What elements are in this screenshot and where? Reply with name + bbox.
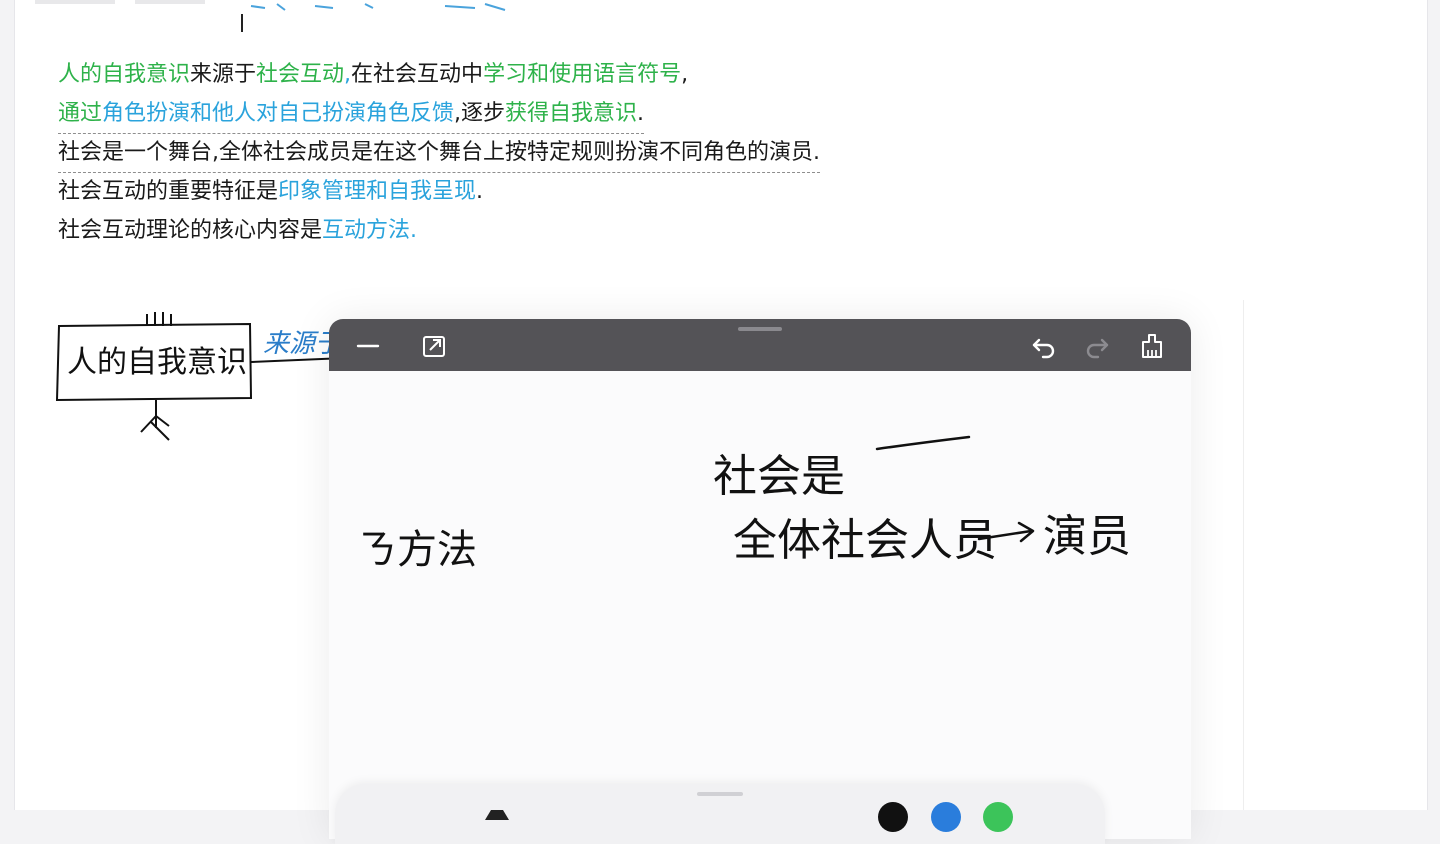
text-fragment: 来源于	[190, 62, 257, 87]
color-green-button[interactable]	[983, 802, 1013, 832]
expand-icon	[423, 336, 445, 357]
note-text-block: 人的自我意识来源于社会互动,在社会互动中学习和使用语言符号, 通过角色扮演和他人…	[58, 56, 1058, 251]
minimize-button[interactable]	[353, 331, 383, 361]
highlight-gain-self-awareness: 获得自我意识	[505, 101, 638, 126]
undo-button[interactable]	[1029, 331, 1059, 361]
handwriting-actors: 演员	[1043, 511, 1131, 562]
redo-button[interactable]	[1082, 331, 1112, 361]
panel-drag-handle[interactable]	[738, 327, 782, 331]
diagram-box-label: 人的自我意识	[67, 345, 247, 380]
top-cutoff-drawing	[35, 0, 506, 32]
highlight-interaction-method: 互动方法.	[322, 218, 418, 243]
undo-icon	[1032, 338, 1055, 359]
note-line-2: 通过角色扮演和他人对自己扮演角色反馈,逐步获得自我意识.	[58, 95, 645, 134]
text-fragment: ,逐步	[454, 101, 506, 126]
pen-tool-icon[interactable]	[485, 798, 509, 820]
text-fragment: .	[476, 179, 484, 204]
text-fragment: ,	[681, 62, 689, 87]
note-line-4: 社会互动的重要特征是印象管理和自我呈现.	[58, 173, 1058, 212]
note-line-5: 社会互动理论的核心内容是互动方法.	[58, 212, 1058, 251]
highlight-role-playing: 角色扮演和他人对自己扮演角色反馈	[102, 101, 455, 126]
color-black-button[interactable]	[878, 802, 908, 832]
minimize-icon	[356, 344, 380, 348]
expand-button[interactable]	[419, 331, 449, 361]
text-fragment: 在社会互动中	[351, 62, 484, 87]
divider	[1243, 300, 1244, 810]
handwriting-canvas[interactable]: ㄋ方法 社会是 全体社会人员 演员	[329, 371, 1191, 839]
handwritten-diagram: 人的自我意识 来源于	[55, 312, 346, 441]
text-fragment: 社会互动理论的核心内容是	[58, 218, 323, 243]
tray-drag-handle[interactable]	[697, 792, 743, 796]
highlight-via: 通过	[58, 101, 103, 126]
handwriting-society-is: 社会是	[713, 451, 845, 502]
handwriting-method: ㄋ方法	[357, 527, 477, 573]
color-blue-button[interactable]	[931, 802, 961, 832]
text-fragment: ,	[344, 62, 352, 87]
redo-icon	[1086, 338, 1109, 359]
note-line-3: 社会是一个舞台,全体社会成员是在这个舞台上按特定规则扮演不同角色的演员.	[58, 134, 820, 173]
clear-button[interactable]	[1137, 331, 1167, 361]
highlight-language-symbols: 学习和使用语言符号	[483, 62, 682, 87]
handwriting-all-members: 全体社会人员	[733, 515, 997, 566]
panel-toolbar	[329, 319, 1191, 371]
tool-tray[interactable]	[335, 784, 1105, 844]
clear-icon	[1142, 334, 1162, 358]
highlight-self-awareness: 人的自我意识	[58, 62, 191, 87]
text-fragment: .	[637, 101, 645, 126]
highlight-social-interaction: 社会互动	[256, 62, 345, 87]
handwriting-panel[interactable]: ㄋ方法 社会是 全体社会人员 演员	[329, 319, 1191, 839]
text-fragment: 社会互动的重要特征是	[58, 179, 279, 204]
highlight-impression-management: 印象管理和自我呈现	[278, 179, 477, 204]
note-line-1: 人的自我意识来源于社会互动,在社会互动中学习和使用语言符号,	[58, 56, 1058, 95]
